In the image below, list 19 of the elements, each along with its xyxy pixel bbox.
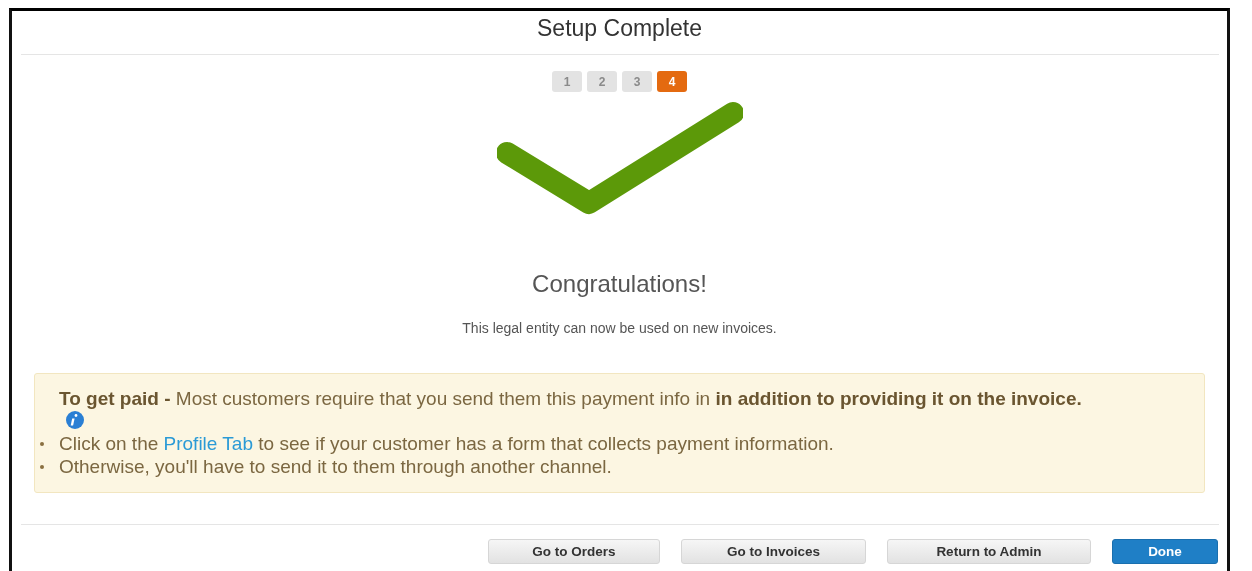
message-text: This legal entity can now be used on new invoices. bbox=[462, 320, 777, 336]
notice-text: To get paid - Most customers require that you send them this payment info in in addition to providing it on the invoice. bbox=[59, 388, 1082, 409]
step-tab[interactable]: 4 bbox=[657, 71, 687, 92]
bullet-icon bbox=[40, 465, 44, 469]
bullet-icon bbox=[40, 442, 44, 446]
done-button[interactable]: Done bbox=[1112, 539, 1218, 564]
action-button[interactable]: Go to Invoices bbox=[681, 539, 866, 564]
action-button[interactable]: Return to Admin bbox=[887, 539, 1091, 564]
profile-tab-link[interactable]: Profile Tab bbox=[163, 433, 253, 454]
heading: Congratulations! bbox=[532, 270, 707, 298]
info-icon[interactable] bbox=[65, 410, 85, 430]
action-button[interactable]: Go to Orders bbox=[488, 539, 660, 564]
window-title: Setup Complete bbox=[537, 15, 702, 43]
step-tab[interactable]: 1 bbox=[552, 71, 582, 92]
step-tab[interactable]: 3 bbox=[622, 71, 652, 92]
bullet-text: Click on the Profile Tab to see if your customer has a form that collects payment information. bbox=[59, 432, 834, 455]
step-tab[interactable]: 2 bbox=[587, 71, 617, 92]
bullet-text: Otherwise, you'll have to send it to them through another channel. bbox=[59, 455, 612, 478]
checkmark-icon bbox=[496, 101, 743, 217]
